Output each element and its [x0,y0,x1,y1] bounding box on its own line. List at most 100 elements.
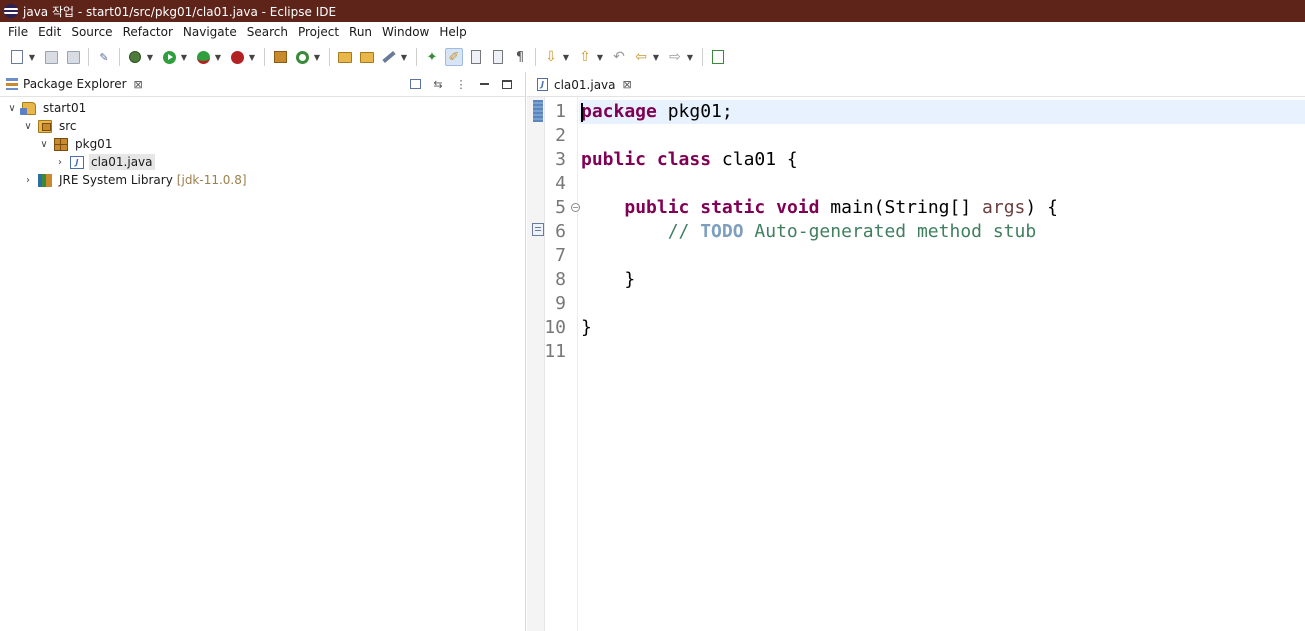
package-icon [54,137,68,151]
editor-area: J cla01.java ⊠ 1 2 3 4 5−6 7 8 9 10 11 package pk… [527,71,1305,631]
open-perspective-icon[interactable] [709,48,727,66]
code-line[interactable] [579,244,1305,268]
keyword-token: public [624,197,690,218]
menu-search[interactable]: Search [242,22,293,43]
tree-item-src[interactable]: ∨ src [22,117,79,135]
menu-run[interactable]: Run [344,22,377,43]
code-line[interactable]: // TODO Auto-generated method stub [579,220,1305,244]
menu-edit[interactable]: Edit [33,22,66,43]
debug-dropdown-icon[interactable]: ▼ [146,48,154,66]
menu-file[interactable]: File [3,22,33,43]
menu-project[interactable]: Project [293,22,344,43]
back-icon[interactable]: ⇦ [632,48,650,66]
jdk-version-decoration: [jdk-11.0.8] [176,173,247,187]
tree-item-cla01-java[interactable]: › J cla01.java [54,153,155,171]
next-annotation-icon[interactable]: ⇩ [542,48,560,66]
java-file-icon: J [537,78,548,91]
tree-item-jre-system-library[interactable]: › JRE System Library [jdk-11.0.8] [22,171,247,189]
save-all-icon[interactable] [64,48,82,66]
tab-cla01-java[interactable]: J cla01.java ⊠ [527,71,640,96]
new-java-class-icon[interactable] [293,48,311,66]
tree-item-start01[interactable]: ∨ start01 [6,99,88,117]
coverage-dropdown-icon[interactable]: ▼ [214,48,222,66]
code-line[interactable] [579,292,1305,316]
menu-source[interactable]: Source [66,22,117,43]
line-number: 10 [544,317,566,338]
coverage-icon[interactable] [194,48,212,66]
code-line[interactable] [579,124,1305,148]
new-java-package-icon[interactable] [271,48,289,66]
line-number: 4 [555,173,566,194]
toolbar-separator [535,48,536,66]
code-line[interactable]: public class cla01 { [579,148,1305,172]
line-number: 5 [555,197,566,218]
external-tools-dropdown-icon[interactable]: ▼ [248,48,256,66]
menu-help[interactable]: Help [434,22,471,43]
task-marker-icon[interactable] [532,223,544,236]
new-java-class-dropdown-icon[interactable]: ▼ [313,48,321,66]
previous-annotation-icon[interactable]: ⇧ [576,48,594,66]
code-line[interactable]: public static void main(String[] args) { [579,196,1305,220]
java-editor[interactable]: 1 2 3 4 5−6 7 8 9 10 11 package pkg01; public clas… [527,97,1305,631]
close-icon[interactable]: ⊠ [134,78,143,91]
collapse-all-icon[interactable] [407,76,423,92]
previous-annotation-dropdown-icon[interactable]: ▼ [596,48,604,66]
forward-dropdown-icon[interactable]: ▼ [686,48,694,66]
back-dropdown-icon[interactable]: ▼ [652,48,660,66]
menu-window[interactable]: Window [377,22,434,43]
open-type-icon[interactable] [336,48,354,66]
close-icon[interactable]: ⊠ [623,78,632,91]
code-line[interactable] [579,172,1305,196]
external-tools-icon[interactable] [228,48,246,66]
code-token: } [581,269,636,290]
chevron-down-icon[interactable]: ∨ [38,139,50,150]
open-task-icon[interactable] [358,48,376,66]
show-whitespace-icon[interactable] [489,48,507,66]
last-edit-location-icon[interactable]: ↶ [610,48,628,66]
chevron-down-icon[interactable]: ∨ [22,121,34,132]
block-selection-icon[interactable] [467,48,485,66]
toolbar-separator [702,48,703,66]
new-wizard-icon[interactable] [8,48,26,66]
menu-refactor[interactable]: Refactor [118,22,178,43]
menu-navigate[interactable]: Navigate [178,22,242,43]
run-dropdown-icon[interactable]: ▼ [180,48,188,66]
toggle-highlight-icon[interactable]: ✐ [445,48,463,66]
chevron-down-icon[interactable]: ∨ [6,103,18,114]
chevron-right-icon[interactable]: › [22,175,34,186]
skip-breakpoints-icon[interactable]: ✎ [95,48,113,66]
new-wizard-dropdown-icon[interactable]: ▼ [28,48,36,66]
tree-item-label: JRE System Library [59,173,173,187]
run-icon[interactable] [160,48,178,66]
annotation-ruler[interactable] [527,97,545,631]
toggle-mark-occurrences-icon[interactable]: ✦ [423,48,441,66]
code-line[interactable]: } [579,316,1305,340]
keyword-token: static [700,197,766,218]
search-icon[interactable] [380,48,398,66]
link-with-editor-icon[interactable]: ⇆ [430,76,446,92]
line-number-ruler[interactable]: 1 2 3 4 5−6 7 8 9 10 11 [544,97,580,631]
chevron-right-icon[interactable]: › [54,157,66,168]
code-token: } [581,317,592,338]
code-line[interactable] [579,340,1305,364]
save-icon[interactable] [42,48,60,66]
debug-icon[interactable] [126,48,144,66]
line-number: 9 [555,293,566,314]
next-annotation-dropdown-icon[interactable]: ▼ [562,48,570,66]
tab-package-explorer[interactable]: Package Explorer ⊠ [0,72,149,97]
minimize-icon[interactable] [476,76,492,92]
menu-bar: File Edit Source Refactor Navigate Searc… [0,22,1305,43]
code-line[interactable]: package pkg01; [579,100,1305,124]
paragraph-icon[interactable]: ¶ [511,48,529,66]
code-line[interactable]: } [579,268,1305,292]
search-dropdown-icon[interactable]: ▼ [400,48,408,66]
window-title: java 작업 - start01/src/pkg01/cla01.java -… [23,4,337,19]
line-number: 8 [555,269,566,290]
library-icon [38,173,52,187]
maximize-icon[interactable] [499,76,515,92]
view-menu-icon[interactable]: ⋮ [453,76,469,92]
forward-icon[interactable]: ⇨ [666,48,684,66]
code-text-area[interactable]: package pkg01; public class cla01 { publi… [579,97,1305,631]
tree-item-pkg01[interactable]: ∨ pkg01 [38,135,114,153]
